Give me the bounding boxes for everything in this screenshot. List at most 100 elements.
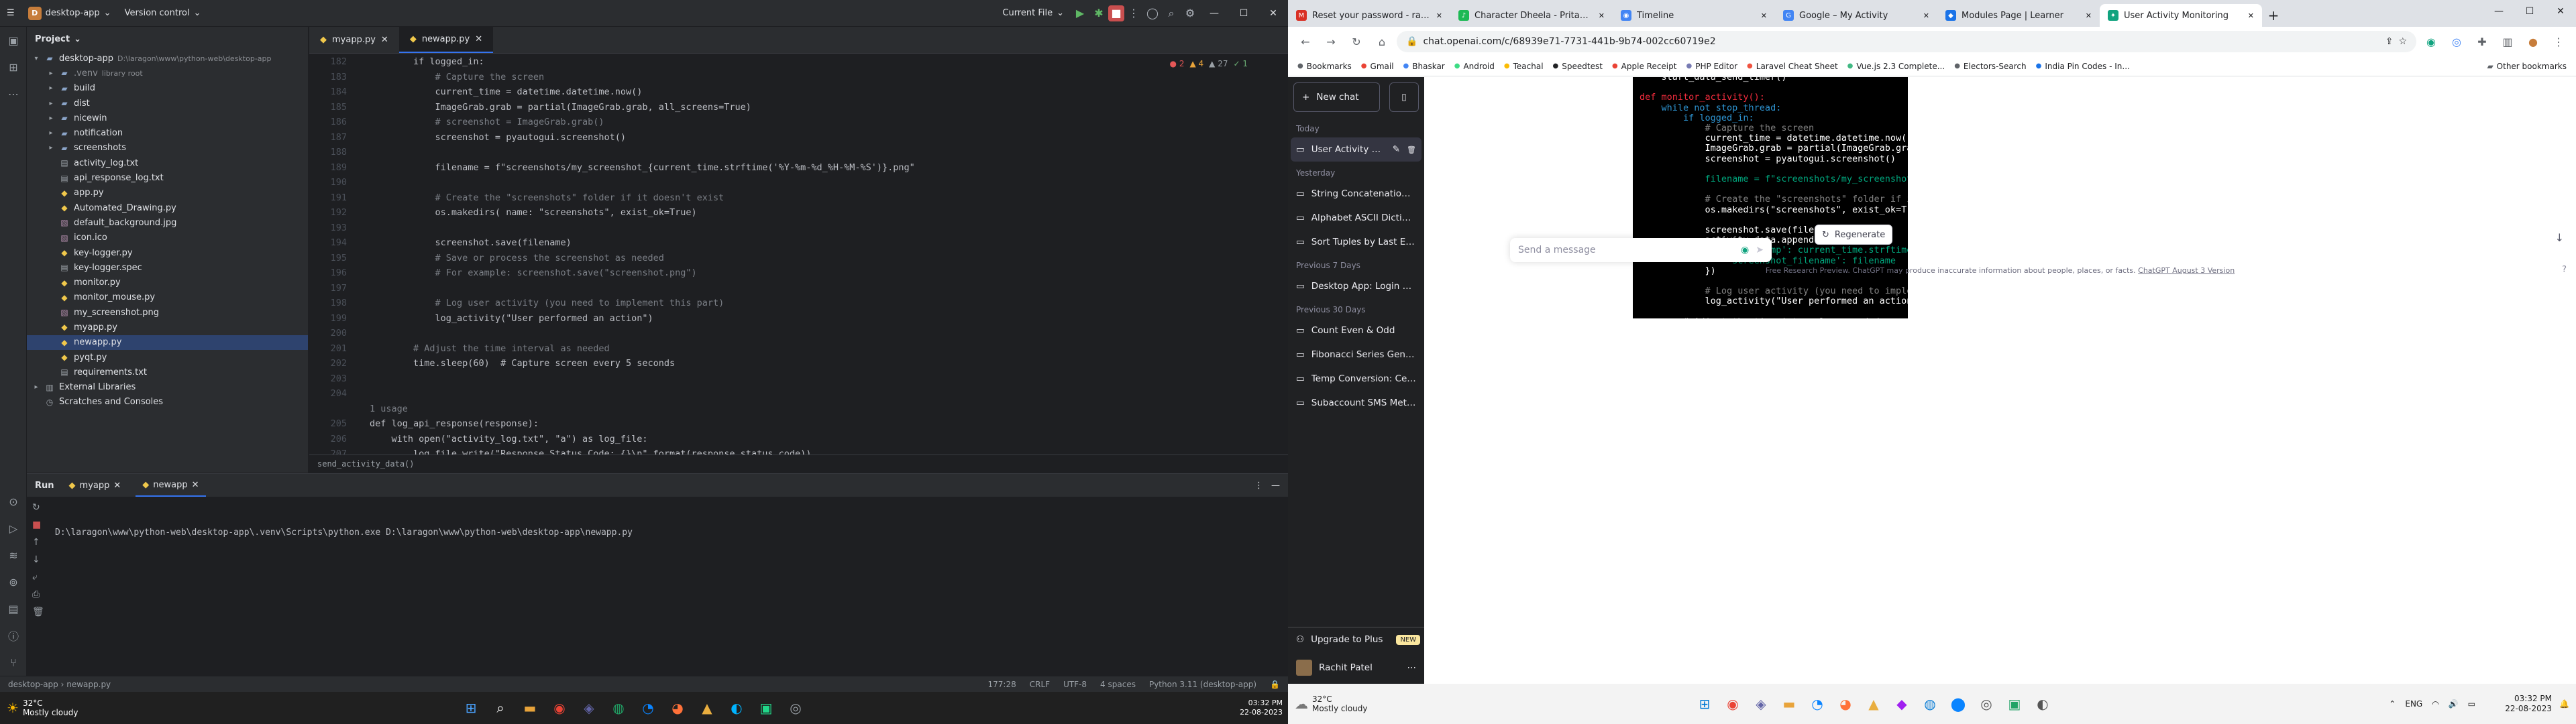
close-icon[interactable]: ✕ bbox=[192, 480, 199, 490]
vcs-menu[interactable]: Version control ⌄ bbox=[118, 0, 208, 27]
run-config-select[interactable]: Current File ⌄ bbox=[996, 0, 1071, 27]
weather-widget[interactable]: ☀ 32°C Mostly cloudy bbox=[0, 699, 134, 717]
message-input[interactable]: Send a message ◉ ➤ bbox=[1510, 238, 1772, 262]
close-icon[interactable]: ✕ bbox=[1761, 11, 1767, 20]
tree-item[interactable]: ◆ Automated_Drawing.py bbox=[27, 200, 308, 215]
help-icon[interactable]: ? bbox=[2562, 265, 2567, 275]
app3-icon[interactable]: ◎ bbox=[781, 693, 810, 723]
python-interpreter[interactable]: Python 3.11 (desktop-app) bbox=[1149, 680, 1256, 689]
problems-icon[interactable]: ⓘ bbox=[0, 622, 27, 649]
run-tab-newapp[interactable]: ◆ newapp ✕ bbox=[136, 474, 206, 497]
project-panel-header[interactable]: Project ⌄ bbox=[27, 27, 308, 51]
edge-icon[interactable]: ◔ bbox=[633, 693, 663, 723]
app2-icon[interactable]: ◐ bbox=[722, 693, 751, 723]
file-encoding[interactable]: UTF-8 bbox=[1063, 680, 1087, 689]
file-explorer-icon[interactable]: ▬ bbox=[515, 693, 545, 723]
expand-arrow-icon[interactable]: ▸ bbox=[47, 100, 55, 107]
rerun-icon[interactable]: ↻ bbox=[32, 502, 44, 513]
breadcrumb[interactable]: send_activity_data() bbox=[309, 455, 1288, 472]
teams-icon[interactable]: ◈ bbox=[1747, 690, 1775, 718]
search-icon[interactable]: ⌕ bbox=[1162, 4, 1181, 23]
git-icon[interactable]: ⑂ bbox=[0, 649, 27, 676]
close-icon[interactable]: ✕ bbox=[1599, 11, 1605, 20]
chat-history-item[interactable]: ▭ Count Even & Odd bbox=[1288, 318, 1424, 343]
line-separator[interactable]: CRLF bbox=[1030, 680, 1050, 689]
wifi-icon[interactable]: ◠ bbox=[2432, 699, 2438, 709]
run-tab-myapp[interactable]: ◆ myapp ✕ bbox=[62, 474, 128, 497]
bookmark-item[interactable]: ● Electors-Search bbox=[1954, 62, 2026, 71]
minimize-panel-icon[interactable]: — bbox=[1271, 481, 1280, 491]
close-icon[interactable]: ✕ bbox=[2086, 11, 2092, 20]
expand-arrow-icon[interactable]: ▸ bbox=[47, 84, 55, 92]
back-icon[interactable]: ← bbox=[1295, 31, 1316, 52]
up-icon[interactable]: ↑ bbox=[32, 537, 44, 548]
maximize-button[interactable]: ☐ bbox=[2514, 6, 2545, 17]
edge-icon[interactable]: ◔ bbox=[1803, 690, 1831, 718]
tree-item[interactable]: ▸ ▰ dist bbox=[27, 96, 308, 111]
puzzle-icon[interactable]: ✚ bbox=[2471, 31, 2493, 52]
tree-item[interactable]: ▤ api_response_log.txt bbox=[27, 170, 308, 185]
code-block[interactable]: start_data_send_timer() def monitor_activ… bbox=[1633, 77, 1908, 318]
tab-newapp[interactable]: ◆ newapp.py ✕ bbox=[398, 26, 494, 53]
tree-item[interactable]: ▸ ▥ External Libraries bbox=[27, 380, 308, 395]
bookmark-item[interactable]: ● India Pin Codes - In... bbox=[2036, 62, 2130, 71]
expand-arrow-icon[interactable]: ▸ bbox=[47, 144, 55, 152]
star-icon[interactable]: ☆ bbox=[2398, 36, 2407, 47]
app-icon[interactable]: ◆ bbox=[1888, 690, 1916, 718]
bookmark-item[interactable]: ● Apple Receipt bbox=[1612, 62, 1677, 71]
chrome-icon[interactable]: ◉ bbox=[1719, 690, 1747, 718]
layers-icon[interactable]: ≋ bbox=[0, 542, 27, 568]
tree-item[interactable]: ▸ ▰ screenshots bbox=[27, 141, 308, 156]
code-area[interactable]: 182 if logged_in: 183 # Capture the scree… bbox=[309, 56, 1288, 482]
tree-item[interactable]: ▾ ▰ desktop-app D:\laragon\www\python-web\d… bbox=[27, 51, 308, 66]
new-tab-button[interactable]: + bbox=[2262, 4, 2285, 27]
more-tools-icon[interactable]: ⋯ bbox=[0, 80, 27, 107]
run-output[interactable]: D:\laragon\www\python-web\desktop-app\.v… bbox=[55, 528, 633, 538]
home-icon[interactable]: ⌂ bbox=[1371, 31, 1393, 52]
expand-arrow-icon[interactable]: ▸ bbox=[32, 383, 40, 391]
toggle-sidebar-button[interactable]: ▯ bbox=[1389, 82, 1419, 112]
tree-item[interactable]: ◆ monitor.py bbox=[27, 275, 308, 290]
browser-tab[interactable]: M Reset your password - raj4p ✕ bbox=[1288, 4, 1450, 27]
tree-item[interactable]: ◆ monitor_mouse.py bbox=[27, 290, 308, 305]
tree-item[interactable]: ▸ ▰ notification bbox=[27, 125, 308, 140]
chrome-icon[interactable]: ◉ bbox=[545, 693, 574, 723]
pycharm-icon[interactable]: ▣ bbox=[2000, 690, 2029, 718]
tree-item[interactable]: ◆ app.py bbox=[27, 186, 308, 200]
sidepanel-icon[interactable]: ▥ bbox=[2497, 31, 2518, 52]
extension-icon[interactable]: ◉ bbox=[2420, 31, 2442, 52]
expand-arrow-icon[interactable]: ▸ bbox=[47, 129, 55, 137]
chat-history-item[interactable]: ▭ Desktop App: Login & Monitor bbox=[1288, 274, 1424, 298]
structure-tool-icon[interactable]: ⊞ bbox=[0, 54, 27, 80]
tree-item[interactable]: ▧ my_screenshot.png bbox=[27, 305, 308, 320]
maps-icon[interactable]: ⬤ bbox=[1944, 690, 1972, 718]
tree-item[interactable]: ▧ default_background.jpg bbox=[27, 215, 308, 230]
account-icon[interactable]: ◯ bbox=[1143, 4, 1162, 23]
expand-arrow-icon[interactable]: ▸ bbox=[47, 70, 55, 77]
start-icon[interactable]: ⊞ bbox=[456, 693, 486, 723]
close-icon[interactable]: ✕ bbox=[113, 481, 121, 491]
extension-icon[interactable]: ◎ bbox=[2446, 31, 2467, 52]
tree-item[interactable]: ▤ key-logger.spec bbox=[27, 260, 308, 275]
tree-item[interactable]: ◆ key-logger.py bbox=[27, 245, 308, 260]
chat-history-item[interactable]: ▭ Alphabet ASCII Dictionary bbox=[1288, 206, 1424, 230]
tree-item[interactable]: ▸ ▰ nicewin bbox=[27, 111, 308, 125]
trash-icon[interactable]: 🗑 bbox=[32, 607, 44, 617]
bookmark-item[interactable]: ● Bhaskar bbox=[1403, 62, 1445, 71]
app-icon[interactable]: ◍ bbox=[604, 693, 633, 723]
browser-tab[interactable]: G Google – My Activity ✕ bbox=[1775, 4, 1937, 27]
bookmark-item[interactable]: ● Laravel Cheat Sheet bbox=[1747, 62, 1838, 71]
browser-tab[interactable]: ◆ Modules Page | Learner ✕ bbox=[1937, 4, 2100, 27]
expand-arrow-icon[interactable]: ▸ bbox=[47, 115, 55, 122]
battery-icon[interactable]: ▭ bbox=[2468, 699, 2475, 709]
send-icon[interactable]: ➤ bbox=[1756, 245, 1764, 255]
more-icon[interactable]: ⋮ bbox=[2548, 31, 2569, 52]
clock[interactable]: 03:32 PM 22-08-2023 bbox=[1240, 699, 1283, 717]
expand-arrow-icon[interactable]: ▾ bbox=[32, 55, 40, 62]
bookmark-item[interactable]: ● Android bbox=[1454, 62, 1495, 71]
tree-item[interactable]: ▤ activity_log.txt bbox=[27, 156, 308, 170]
tree-item[interactable]: ▸ ▰ build bbox=[27, 81, 308, 96]
bookmark-item[interactable]: ● Gmail bbox=[1361, 62, 1394, 71]
caret-position[interactable]: 177:28 bbox=[988, 680, 1016, 689]
app4-icon[interactable]: ◐ bbox=[2029, 690, 2057, 718]
